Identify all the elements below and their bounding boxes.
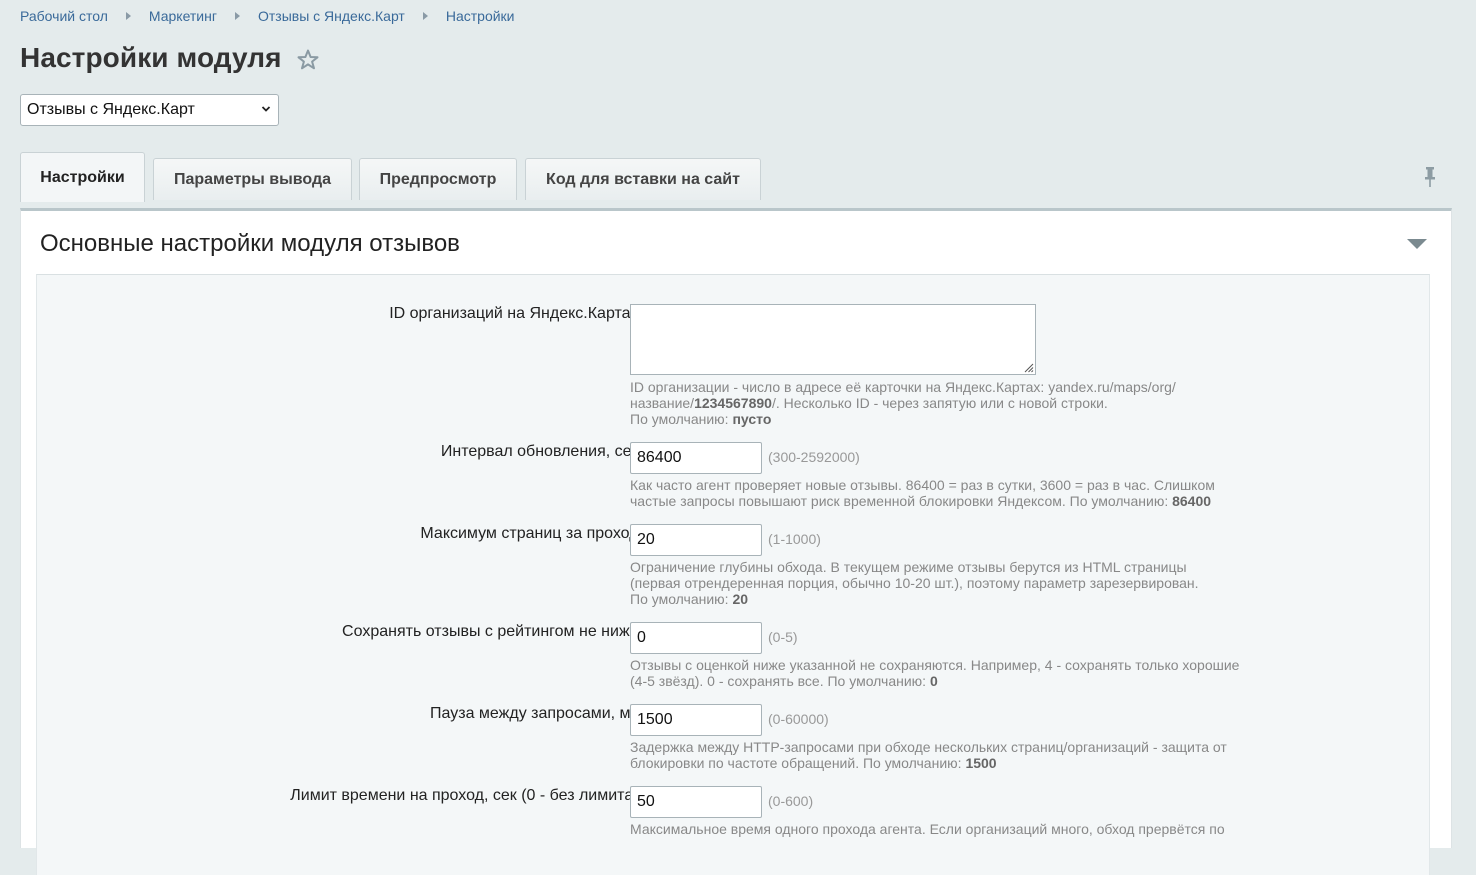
breadcrumb-desktop[interactable]: Рабочий стол (20, 8, 108, 24)
star-outline-icon[interactable] (296, 48, 320, 72)
min-rating-hint: Отзывы с оценкой ниже указанной не сохра… (630, 657, 1240, 689)
pause-range: (0-60000) (768, 711, 829, 727)
org-ids-hint: ID организации - число в адресе её карто… (630, 379, 1176, 427)
breadcrumb-separator-icon (125, 12, 131, 20)
chevron-down-icon (261, 106, 271, 112)
min-rating-label: Сохранять отзывы с рейтингом не ниже: (342, 623, 643, 640)
tab-label: Предпросмотр (379, 170, 497, 188)
time-limit-label: Лимит времени на проход, сек (0 - без ли… (290, 787, 643, 804)
interval-range: (300-2592000) (768, 449, 860, 465)
max-pages-range: (1-1000) (768, 531, 821, 547)
tab-label: Параметры вывода (173, 170, 332, 188)
tab-label: Настройки (40, 168, 125, 186)
breadcrumb-separator-icon (234, 12, 240, 20)
tab-settings[interactable]: Настройки (20, 152, 145, 202)
interval-label: Интервал обновления, сек: (440, 443, 643, 460)
collapse-triangle-icon[interactable] (1407, 239, 1427, 249)
org-ids-textarea[interactable] (630, 304, 1036, 375)
max-pages-input[interactable]: 20 (630, 524, 762, 556)
page-title: Настройки модуля (20, 42, 282, 73)
tab-preview[interactable]: Предпросмотр (359, 158, 517, 200)
min-rating-input[interactable]: 0 (630, 622, 762, 654)
tab-label: Код для вставки на сайт (546, 170, 740, 188)
org-ids-label: ID организаций на Яндекс.Картах: (389, 305, 643, 322)
interval-input[interactable]: 86400 (630, 442, 762, 474)
module-select[interactable]: Отзывы с Яндекс.Карт (20, 94, 279, 126)
interval-hint: Как часто агент проверяет новые отзывы. … (630, 477, 1215, 509)
time-limit-input[interactable]: 50 (630, 786, 762, 818)
section-title: Основные настройки модуля отзывов (40, 230, 460, 257)
min-rating-range: (0-5) (768, 629, 798, 645)
time-limit-range: (0-600) (768, 793, 814, 809)
pause-hint: Задержка между HTTP-запросами при обходе… (630, 739, 1227, 771)
tab-embed-code[interactable]: Код для вставки на сайт (525, 158, 761, 200)
max-pages-label: Максимум страниц за проход: (420, 525, 643, 542)
breadcrumb-yandex-reviews[interactable]: Отзывы с Яндекс.Карт (258, 8, 405, 24)
breadcrumb-separator-icon (422, 12, 428, 20)
breadcrumb-settings[interactable]: Настройки (446, 8, 515, 24)
pause-label: Пауза между запросами, мс: (430, 705, 643, 722)
breadcrumb: Рабочий стол Маркетинг Отзывы с Яндекс.К… (20, 8, 515, 24)
breadcrumb-marketing[interactable]: Маркетинг (149, 8, 217, 24)
pause-input[interactable]: 1500 (630, 704, 762, 736)
resize-grip-icon[interactable] (1022, 361, 1034, 373)
pin-icon[interactable] (1422, 166, 1438, 190)
module-select-value: Отзывы с Яндекс.Карт (27, 101, 195, 118)
max-pages-hint: Ограничение глубины обхода. В текущем ре… (630, 559, 1199, 607)
tab-output-params[interactable]: Параметры вывода (153, 158, 352, 200)
